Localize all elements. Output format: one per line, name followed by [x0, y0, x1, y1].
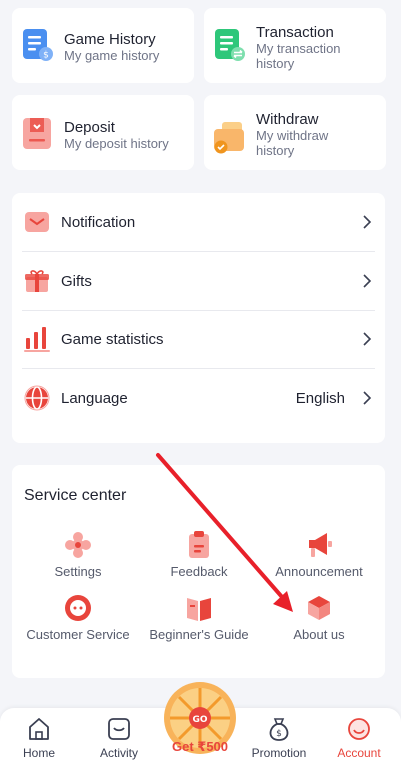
withdraw-card[interactable]: Withdraw My withdraw history	[204, 95, 386, 170]
gift-icon	[25, 270, 49, 292]
withdraw-subtitle-line2: history	[256, 143, 295, 158]
customer-service-icon	[65, 595, 91, 621]
deposit-icon	[23, 118, 51, 149]
tab-activity[interactable]: Activity	[84, 708, 154, 769]
cube-icon	[308, 596, 330, 620]
feedback-icon	[189, 531, 209, 558]
service-item-beginners-guide[interactable]: Beginner's Guide	[139, 593, 259, 642]
game-history-card[interactable]: $ Game History My game history	[12, 8, 194, 83]
menu-label-game-statistics: Game statistics	[61, 330, 164, 348]
menu-item-language[interactable]: Language English	[12, 369, 385, 427]
menu-item-notification[interactable]: Notification	[12, 193, 385, 251]
tab-label-home: Home	[22, 746, 55, 760]
game-history-icon: $	[23, 29, 53, 61]
game-history-title: Game History	[64, 31, 156, 48]
service-label-beginners-guide: Beginner's Guide	[149, 627, 249, 642]
service-label-announcement: Announcement	[275, 564, 363, 579]
deposit-card[interactable]: Deposit My deposit history	[12, 95, 194, 170]
service-item-announcement[interactable]: Announcement	[259, 530, 379, 579]
service-item-feedback[interactable]: Feedback	[139, 530, 259, 579]
service-label-feedback: Feedback	[170, 564, 228, 579]
menu-item-gifts[interactable]: Gifts	[12, 252, 385, 310]
withdraw-subtitle-line1: My withdraw	[256, 128, 329, 143]
svg-text:$: $	[276, 729, 282, 739]
tab-account[interactable]: Account	[324, 708, 394, 769]
svg-text:GO: GO	[192, 715, 207, 725]
get-bonus-label[interactable]: Get ₹500	[150, 739, 250, 755]
globe-icon	[24, 385, 50, 411]
tab-home[interactable]: Home	[4, 708, 74, 769]
menu-label-language: Language	[61, 389, 128, 407]
chevron-right-icon	[363, 332, 372, 346]
service-item-customer-service[interactable]: Customer Service	[18, 593, 138, 642]
menu-item-game-statistics[interactable]: Game statistics	[12, 310, 385, 368]
service-label-customer-service: Customer Service	[26, 627, 130, 642]
activity-icon	[108, 718, 130, 740]
service-item-settings[interactable]: Settings	[18, 530, 138, 579]
money-bag-icon: $	[269, 718, 289, 741]
settings-icon	[65, 532, 91, 558]
book-icon	[187, 598, 211, 621]
tab-label-promotion: Promotion	[251, 746, 307, 760]
withdraw-title: Withdraw	[256, 111, 319, 128]
deposit-title: Deposit	[64, 119, 115, 136]
tab-label-account: Account	[337, 746, 381, 760]
game-history-subtitle: My game history	[64, 48, 160, 63]
transaction-icon	[215, 29, 245, 61]
service-label-about-us: About us	[293, 627, 345, 642]
menu-label-gifts: Gifts	[61, 272, 92, 290]
transaction-subtitle-line2: history	[256, 56, 295, 71]
chevron-right-icon	[363, 215, 372, 229]
transaction-title: Transaction	[256, 24, 334, 41]
service-item-about-us[interactable]: About us	[259, 593, 379, 642]
home-icon	[29, 718, 49, 740]
language-value: English	[295, 389, 345, 407]
withdraw-icon	[214, 122, 244, 154]
tab-promotion[interactable]: $ Promotion	[244, 708, 314, 769]
account-icon	[348, 718, 370, 740]
tab-label-activity: Activity	[99, 746, 138, 760]
chevron-right-icon	[363, 391, 372, 405]
service-label-settings: Settings	[54, 564, 102, 579]
service-center-title: Service center	[24, 487, 127, 504]
envelope-icon	[25, 212, 49, 232]
megaphone-icon	[309, 533, 332, 557]
bar-chart-icon	[24, 327, 50, 352]
deposit-subtitle: My deposit history	[64, 136, 169, 151]
transaction-card[interactable]: Transaction My transaction history	[204, 8, 386, 83]
menu-label-notification: Notification	[61, 213, 136, 231]
svg-text:$: $	[43, 51, 49, 61]
chevron-right-icon	[363, 274, 372, 288]
transaction-subtitle-line1: My transaction	[256, 41, 341, 56]
